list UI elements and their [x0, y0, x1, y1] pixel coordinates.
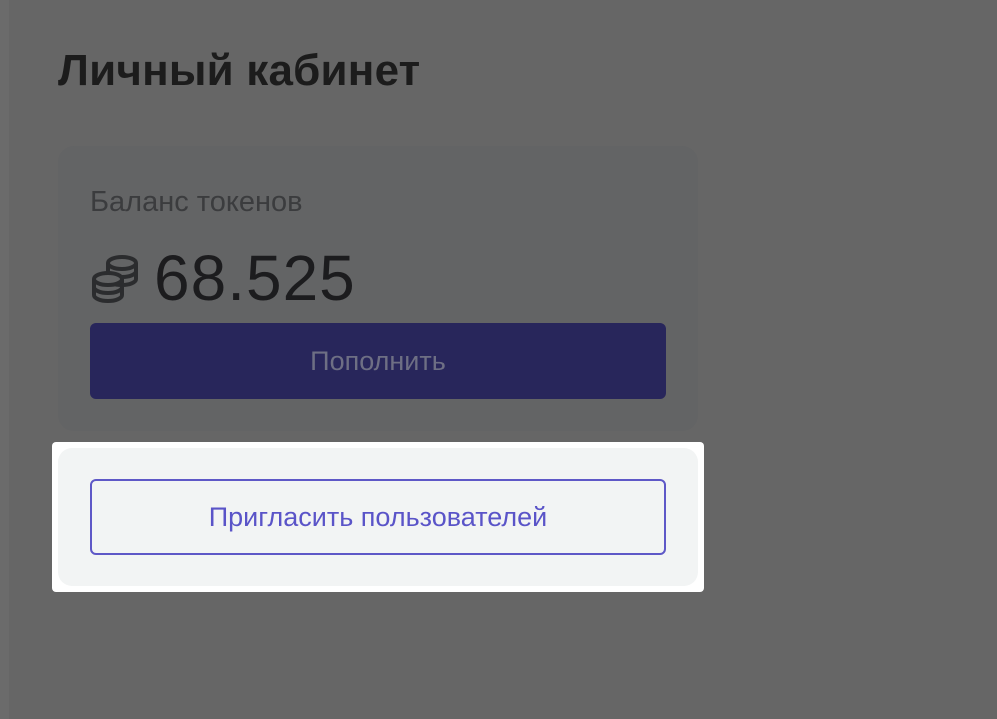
invite-highlight: Пригласить пользователей: [52, 442, 704, 592]
balance-card: Баланс токенов 68.525 Пополнить: [58, 146, 698, 431]
balance-value: 68.525: [154, 242, 356, 314]
invite-users-button[interactable]: Пригласить пользователей: [90, 479, 666, 555]
page-title: Личный кабинет: [58, 46, 421, 95]
balance-row: 68.525: [90, 242, 356, 314]
personal-account-page: Личный кабинет Баланс токенов 68.525 Поп…: [0, 0, 997, 719]
coins-icon: [92, 255, 138, 304]
balance-label: Баланс токенов: [90, 186, 303, 218]
sidebar-edge: [0, 0, 9, 719]
invite-card: Пригласить пользователей: [58, 448, 698, 586]
topup-button[interactable]: Пополнить: [90, 323, 666, 399]
